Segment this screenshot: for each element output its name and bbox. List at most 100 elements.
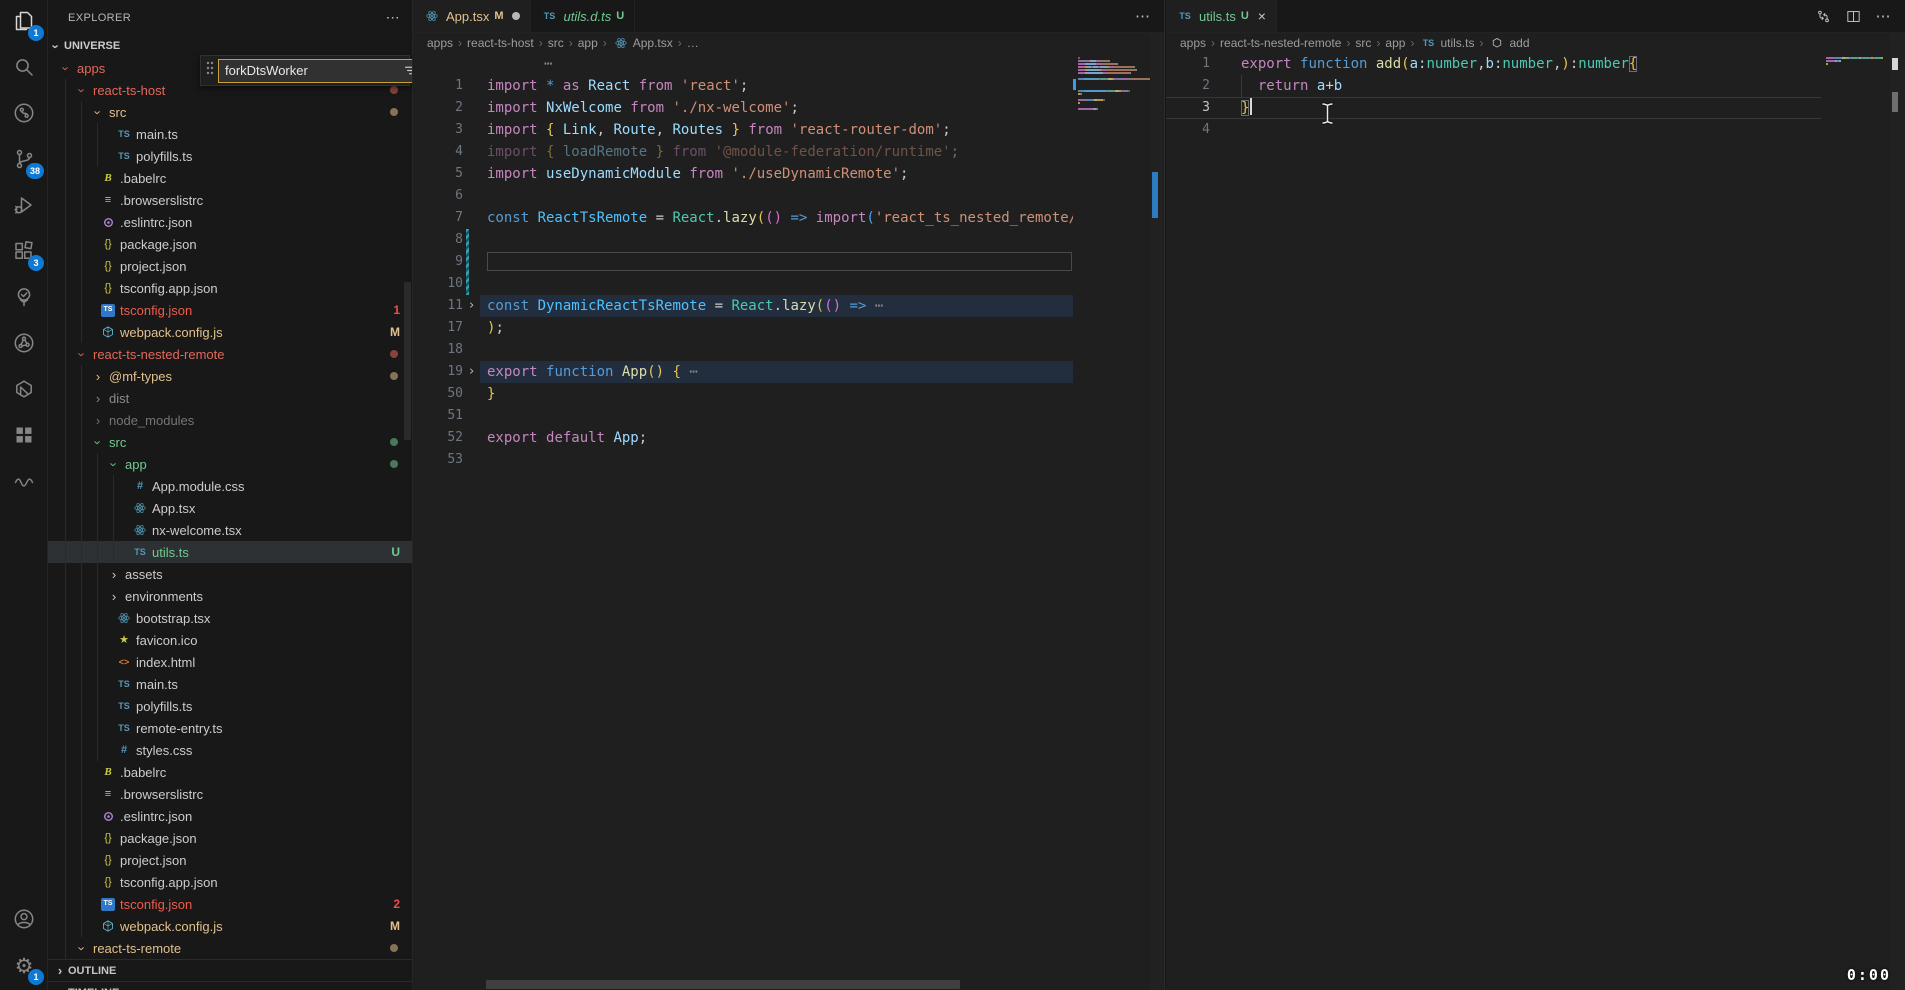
code-line-10[interactable]: 10 xyxy=(413,273,1073,295)
code-line-2[interactable]: 2import NxWelcome from './nx-welcome'; xyxy=(413,97,1073,119)
find-input[interactable] xyxy=(225,63,401,78)
tree-item-package.json[interactable]: {}package.json xyxy=(48,827,412,849)
tree-item-src[interactable]: ›src xyxy=(48,431,412,453)
tree-item-project.json[interactable]: {}project.json xyxy=(48,255,412,277)
code-line-18[interactable]: 18 xyxy=(413,339,1073,361)
activity-item-explorer[interactable]: 1 xyxy=(0,0,48,46)
code-line-51[interactable]: 51 xyxy=(413,405,1073,427)
minimap[interactable] xyxy=(1821,53,1891,453)
tree-item-main.ts[interactable]: TSmain.ts xyxy=(48,123,412,145)
code-line-1[interactable]: 1import * as React from 'react'; xyxy=(413,75,1073,97)
code-line-6[interactable]: 6 xyxy=(413,185,1073,207)
code-line-8[interactable]: 8 xyxy=(413,229,1073,251)
fold-chevron-icon[interactable]: › xyxy=(463,361,480,383)
tree-item-utils.ts[interactable]: TSutils.tsU xyxy=(48,541,412,563)
breadcrumb-item-apps[interactable]: apps xyxy=(427,36,453,50)
code-line-4[interactable]: 4 xyxy=(1166,119,1821,141)
tree-item-styles.css[interactable]: #styles.css xyxy=(48,739,412,761)
views-more-actions-icon[interactable]: ⋯ xyxy=(386,9,400,26)
activity-item-todo-tree[interactable] xyxy=(0,276,48,322)
tree-item-dist[interactable]: ›dist xyxy=(48,387,412,409)
outline-section[interactable]: › OUTLINE xyxy=(48,959,412,981)
code-line-53[interactable]: 53 xyxy=(413,449,1073,471)
tree-item-.eslintrc.json[interactable]: .eslintrc.json xyxy=(48,211,412,233)
code-line-3[interactable]: 3} xyxy=(1166,97,1821,119)
tree-item-polyfills.ts[interactable]: TSpolyfills.ts xyxy=(48,145,412,167)
tree-item-node_modules[interactable]: ›node_modules xyxy=(48,409,412,431)
tree-item-favicon.ico[interactable]: ★favicon.ico xyxy=(48,629,412,651)
tree-item-nx-welcome.tsx[interactable]: nx-welcome.tsx xyxy=(48,519,412,541)
activity-item-wave-extension[interactable] xyxy=(0,460,48,506)
tree-item-package.json[interactable]: {}package.json xyxy=(48,233,412,255)
activity-item-grid-extension[interactable] xyxy=(0,414,48,460)
tree-item-react-ts-remote[interactable]: ›react-ts-remote xyxy=(48,937,412,959)
close-icon[interactable]: × xyxy=(1258,8,1266,24)
code-line-x[interactable]: ⋯ xyxy=(413,53,1073,75)
horizontal-scrollbar[interactable] xyxy=(486,980,960,989)
tree-item-tsconfig.json[interactable]: TStsconfig.json1 xyxy=(48,299,412,321)
drag-handle-icon[interactable] xyxy=(205,60,218,81)
code-editor[interactable]: 1export function add(a:number,b:number,)… xyxy=(1166,53,1821,990)
tree-item-.eslintrc.json[interactable]: .eslintrc.json xyxy=(48,805,412,827)
tree-item-remote-entry.ts[interactable]: TSremote-entry.ts xyxy=(48,717,412,739)
breadcrumb-item-react-ts-nested-remote[interactable]: react-ts-nested-remote xyxy=(1220,36,1341,50)
activity-item-source-control[interactable]: 38 xyxy=(0,138,48,184)
minimap[interactable] xyxy=(1073,53,1150,453)
tree-item-@mf-types[interactable]: ›@mf-types xyxy=(48,365,412,387)
code-line-2[interactable]: 2 return a+b xyxy=(1166,75,1821,97)
tree-item-.babelrc[interactable]: B.babelrc xyxy=(48,761,412,783)
breadcrumb-item-App.tsx[interactable]: App.tsx xyxy=(612,36,673,50)
code-line-3[interactable]: 3import { Link, Route, Routes } from 're… xyxy=(413,119,1073,141)
breadcrumb-item-apps[interactable]: apps xyxy=(1180,36,1206,50)
timeline-section[interactable]: › TIMELINE xyxy=(48,981,412,990)
code-line-11[interactable]: 11›const DynamicReactTsRemote = React.la… xyxy=(413,295,1073,317)
tree-item-assets[interactable]: ›assets xyxy=(48,563,412,585)
activity-item-settings[interactable]: ⚙1 xyxy=(0,944,48,990)
breadcrumb-item-react-ts-host[interactable]: react-ts-host xyxy=(467,36,534,50)
breadcrumb-item-add[interactable]: add xyxy=(1488,36,1529,50)
tree-item-tsconfig.app.json[interactable]: {}tsconfig.app.json xyxy=(48,277,412,299)
tab-utils.ts[interactable]: TSutils.tsU× xyxy=(1166,0,1277,32)
breadcrumb-item-app[interactable]: app xyxy=(578,36,598,50)
tree-item-bootstrap.tsx[interactable]: bootstrap.tsx xyxy=(48,607,412,629)
tree-item-App.tsx[interactable]: App.tsx xyxy=(48,497,412,519)
activity-item-search[interactable] xyxy=(0,46,48,92)
code-line-19[interactable]: 19›export function App() { ⋯ xyxy=(413,361,1073,383)
tree-item-webpack.config.js[interactable]: webpack.config.jsM xyxy=(48,321,412,343)
tree-item-index.html[interactable]: <>index.html xyxy=(48,651,412,673)
breadcrumb-item-app[interactable]: app xyxy=(1385,36,1405,50)
activity-item-accounts[interactable] xyxy=(0,898,48,944)
activity-item-run-and-debug[interactable] xyxy=(0,184,48,230)
dirty-indicator-icon[interactable] xyxy=(512,12,520,20)
code-line-5[interactable]: 5import useDynamicModule from './useDyna… xyxy=(413,163,1073,185)
filter-icon[interactable] xyxy=(401,61,413,81)
tree-item-polyfills.ts[interactable]: TSpolyfills.ts xyxy=(48,695,412,717)
code-line-50[interactable]: 50} xyxy=(413,383,1073,405)
fold-chevron-icon[interactable]: › xyxy=(463,295,480,317)
breadcrumb-item-src[interactable]: src xyxy=(548,36,564,50)
activity-item-remote-explorer[interactable] xyxy=(0,92,48,138)
tree-item-.babelrc[interactable]: B.babelrc xyxy=(48,167,412,189)
code-line-1[interactable]: 1export function add(a:number,b:number,)… xyxy=(1166,53,1821,75)
code-line-4[interactable]: 4import { loadRemote } from '@module-fed… xyxy=(413,141,1073,163)
activity-item-git-graph[interactable] xyxy=(0,322,48,368)
split-editor-icon[interactable] xyxy=(1841,4,1865,28)
code-line-52[interactable]: 52export default App; xyxy=(413,427,1073,449)
tree-item-main.ts[interactable]: TSmain.ts xyxy=(48,673,412,695)
tree-item-.browserslistrc[interactable]: ≡.browserslistrc xyxy=(48,783,412,805)
breadcrumb-item-utils.ts[interactable]: TSutils.ts xyxy=(1419,36,1474,50)
sidebar-scrollbar[interactable] xyxy=(404,282,411,440)
tree-item-App.module.css[interactable]: #App.module.css xyxy=(48,475,412,497)
tree-item-tsconfig.app.json[interactable]: {}tsconfig.app.json xyxy=(48,871,412,893)
tab-App.tsx[interactable]: App.tsxM xyxy=(413,0,531,32)
workspace-section-header[interactable]: › UNIVERSE xyxy=(48,35,412,57)
open-changes-icon[interactable] xyxy=(1811,4,1835,28)
tree-item-src[interactable]: ›src xyxy=(48,101,412,123)
tree-item-app[interactable]: ›app xyxy=(48,453,412,475)
activity-item-extensions[interactable]: 3 xyxy=(0,230,48,276)
tab-utils.d.ts[interactable]: TSutils.d.tsU xyxy=(531,0,636,32)
code-line-7[interactable]: 7const ReactTsRemote = React.lazy(() => … xyxy=(413,207,1073,229)
breadcrumb-item-…[interactable]: … xyxy=(687,36,699,50)
code-editor[interactable]: ⋯1import * as React from 'react';2import… xyxy=(413,53,1073,990)
activity-item-nx-console[interactable] xyxy=(0,368,48,414)
